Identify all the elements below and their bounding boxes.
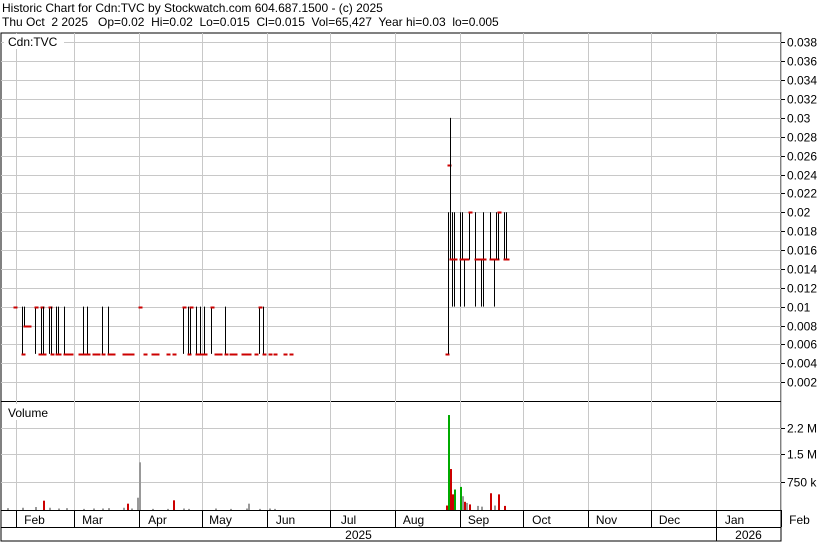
volume-bars xyxy=(7,415,506,510)
volume-bar xyxy=(127,503,129,510)
volume-bar xyxy=(448,415,450,510)
volume-bar xyxy=(274,508,276,510)
price-tick-label: 0.008 xyxy=(787,320,817,334)
volume-tick-label: 750 k xyxy=(787,476,817,490)
volume-bar xyxy=(7,508,9,510)
volume-bar xyxy=(466,502,468,510)
volume-bar xyxy=(139,462,141,510)
volume-bar xyxy=(137,497,139,510)
price-tick-label: 0.02 xyxy=(787,206,811,220)
volume-bar xyxy=(93,508,95,510)
volume-bar xyxy=(152,508,154,510)
volume-bar xyxy=(188,508,190,510)
volume-bar xyxy=(167,508,169,510)
month-label: Feb xyxy=(24,513,45,527)
volume-bar xyxy=(481,506,483,510)
volume-bar xyxy=(469,504,471,510)
price-tick-label: 0.012 xyxy=(787,282,817,296)
price-tick-label: 0.038 xyxy=(787,36,817,50)
volume-bar xyxy=(450,469,452,510)
price-tick-label: 0.03 xyxy=(787,112,811,126)
grid-lines xyxy=(1,33,782,510)
volume-panel-title: Volume xyxy=(8,406,48,420)
month-label: May xyxy=(209,513,232,527)
month-label: Jun xyxy=(276,513,295,527)
price-axis: 0.038 0.036 0.034 0.032 0.03 0.028 0.026 0.024 0… xyxy=(781,36,817,390)
month-label: Sep xyxy=(468,513,490,527)
month-label: Oct xyxy=(532,513,551,527)
price-tick-label: 0.01 xyxy=(787,301,811,315)
volume-bar xyxy=(230,508,232,510)
volume-bar xyxy=(183,508,185,510)
volume-axis: 2.2 M 1.5 M 750 k xyxy=(781,422,817,490)
volume-bar xyxy=(446,505,448,510)
month-label: Aug xyxy=(403,513,424,527)
volume-bar xyxy=(504,505,506,510)
volume-bar xyxy=(102,508,104,510)
volume-bar xyxy=(66,508,68,510)
volume-bar xyxy=(454,489,456,510)
volume-bar xyxy=(58,508,60,510)
volume-bar xyxy=(246,508,248,510)
price-tick-label: 0.002 xyxy=(787,376,817,390)
price-tick-label: 0.018 xyxy=(787,225,817,239)
volume-bar xyxy=(490,493,492,510)
price-tick-label: 0.034 xyxy=(787,74,817,88)
volume-bar xyxy=(108,508,110,510)
month-label: Dec xyxy=(659,513,680,527)
price-tick-label: 0.028 xyxy=(787,131,817,145)
price-panel-title: Cdn:TVC xyxy=(8,35,58,49)
volume-bar xyxy=(49,507,51,510)
volume-bar xyxy=(477,505,479,510)
month-label: Nov xyxy=(596,513,617,527)
volume-bar xyxy=(131,508,133,510)
volume-bar xyxy=(462,496,464,510)
volume-bar xyxy=(259,508,261,510)
volume-bar xyxy=(83,508,85,510)
chart-stage: Historic Chart for Cdn:TVC by Stockwatch… xyxy=(0,0,830,543)
price-tick-label: 0.026 xyxy=(787,150,817,164)
volume-bar xyxy=(35,507,37,510)
time-axis: Feb Mar Apr May Jun Jul Aug Sep Oct Nov Dec Jan Feb 2… xyxy=(16,510,810,542)
volume-bar xyxy=(460,486,462,510)
month-label: Feb xyxy=(789,513,810,527)
price-tick-label: 0.032 xyxy=(787,93,817,107)
volume-bar xyxy=(123,507,125,510)
volume-bar xyxy=(22,507,24,510)
volume-bar xyxy=(498,494,500,510)
volume-bar xyxy=(494,505,496,510)
price-tick-label: 0.004 xyxy=(787,357,817,371)
price-tick-label: 0.036 xyxy=(787,55,817,69)
volume-bar xyxy=(173,500,175,510)
price-tick-label: 0.014 xyxy=(787,263,817,277)
volume-bar xyxy=(269,508,271,510)
volume-tick-label: 1.5 M xyxy=(787,448,817,462)
volume-bar xyxy=(43,500,45,510)
price-tick-label: 0.006 xyxy=(787,338,817,352)
price-bars xyxy=(13,117,510,356)
volume-bar xyxy=(215,508,217,510)
volume-bar xyxy=(464,501,466,510)
volume-bar xyxy=(452,494,454,510)
stock-chart: 0.038 0.036 0.034 0.032 0.03 0.028 0.026 0.024 0… xyxy=(0,32,817,542)
volume-tick-label: 2.2 M xyxy=(787,422,817,436)
price-tick-label: 0.016 xyxy=(787,244,817,258)
year-label: 2025 xyxy=(345,528,372,542)
price-tick-label: 0.022 xyxy=(787,187,817,201)
month-label: Mar xyxy=(82,513,103,527)
volume-bar xyxy=(248,503,250,510)
month-label: Jan xyxy=(725,513,744,527)
price-tick-label: 0.024 xyxy=(787,169,817,183)
month-label: Apr xyxy=(148,513,167,527)
chart-frame xyxy=(0,32,782,542)
year-label: 2026 xyxy=(735,528,762,542)
month-label: Jul xyxy=(341,513,356,527)
